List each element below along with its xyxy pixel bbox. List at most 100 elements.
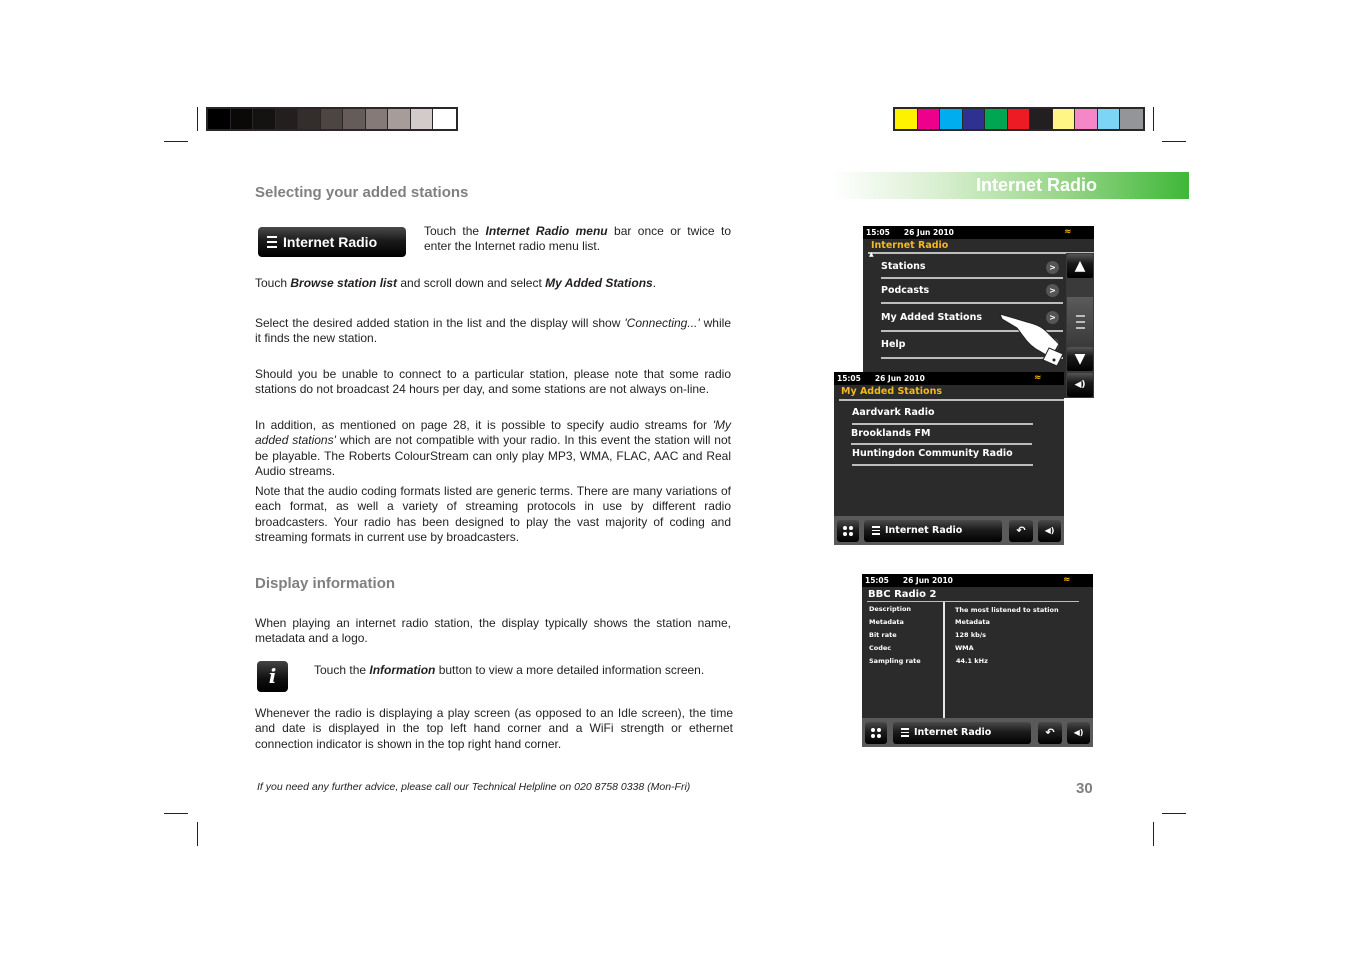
wifi-icon: ≈ [1034, 373, 1042, 383]
color-swatch [1120, 109, 1143, 129]
paragraph: Touch Browse station list and scroll dow… [255, 276, 657, 290]
color-swatch [298, 109, 321, 129]
information-icon: i [257, 661, 288, 692]
menu-item-help[interactable]: Help [881, 339, 905, 350]
color-swatch [410, 109, 433, 129]
color-swatch [433, 109, 456, 129]
divider [851, 443, 1032, 445]
volume-button[interactable]: ◀) [1067, 373, 1093, 397]
crop-mark [164, 813, 188, 814]
menu-icon [901, 728, 909, 737]
scroll-top-indicator: ▲ [869, 251, 874, 258]
color-swatch [320, 109, 343, 129]
crop-mark [1162, 141, 1186, 142]
date: 26 Jun 2010 [874, 374, 925, 383]
divider [881, 302, 1063, 304]
internet-radio-menu-button[interactable]: Internet Radio [893, 722, 1031, 744]
menu-item-my-added-stations[interactable]: My Added Stations [881, 312, 982, 323]
status-bar: 15:05 26 Jun 2010 ≈ [862, 574, 1093, 587]
color-swatch [940, 109, 963, 129]
back-button[interactable]: ↶ [1009, 520, 1033, 542]
column-divider [943, 602, 945, 719]
grid-icon [843, 525, 853, 536]
color-swatch [1097, 109, 1120, 129]
date: 26 Jun 2010 [902, 576, 953, 585]
paragraph: Whenever the radio is displaying a play … [255, 706, 733, 751]
divider [839, 399, 1064, 401]
color-swatch [1052, 109, 1075, 129]
screen-title: Internet Radio [871, 240, 949, 251]
crop-mark [1153, 822, 1154, 846]
time: 15:05 [837, 374, 861, 383]
paragraph: In addition, as mentioned on page 28, it… [255, 418, 731, 479]
color-swatch [230, 109, 253, 129]
color-swatch [388, 109, 411, 129]
station-name: BBC Radio 2 [868, 589, 937, 600]
color-swatch [253, 109, 276, 129]
divider [852, 464, 1033, 466]
scroll-up-button[interactable]: ▲ [1067, 254, 1093, 278]
color-swatch [962, 109, 985, 129]
info-value: Metadata [955, 618, 990, 626]
paragraph: Select the desired added station in the … [255, 316, 731, 346]
paragraph: Touch the Information button to view a m… [314, 663, 705, 677]
section-heading: Display information [255, 575, 396, 592]
volume-button[interactable]: ◀) [1067, 722, 1090, 744]
pointing-hand-icon [999, 313, 1064, 367]
color-swatch [343, 109, 366, 129]
wifi-icon: ≈ [1063, 575, 1071, 585]
page-number: 30 [1076, 780, 1093, 797]
color-swatch [985, 109, 1008, 129]
grip-icon [1076, 315, 1085, 329]
paragraph: Note that the audio coding formats liste… [255, 484, 731, 545]
menu-icon [872, 526, 880, 535]
crop-mark [1162, 813, 1186, 814]
color-swatch [275, 109, 298, 129]
crop-mark [197, 107, 198, 131]
station-item[interactable]: Huntingdon Community Radio [852, 448, 1013, 459]
status-bar: 15:05 26 Jun 2010 ≈ [834, 372, 1064, 385]
date: 26 Jun 2010 [903, 228, 954, 237]
color-calibration-bar [893, 107, 1145, 131]
station-item[interactable]: Brooklands FM [851, 428, 930, 439]
crop-mark [1153, 107, 1154, 131]
info-value: WMA [955, 644, 974, 652]
menu-item-podcasts[interactable]: Podcasts [881, 285, 929, 296]
scroll-down-button[interactable]: ▼ [1067, 347, 1093, 371]
back-button[interactable]: ↶ [1038, 722, 1062, 744]
menu-item-stations[interactable]: Stations [881, 261, 926, 272]
chevron-right-icon[interactable]: > [1046, 284, 1059, 297]
volume-button[interactable]: ◀) [1038, 520, 1061, 542]
wifi-icon: ≈ [1064, 227, 1072, 237]
scroll-thumb[interactable] [1067, 297, 1093, 347]
device-screen-added-stations: 15:05 26 Jun 2010 ≈ My Added Stations Aar… [834, 372, 1064, 545]
chevron-right-icon[interactable]: > [1046, 261, 1059, 274]
info-label: Codec [869, 644, 892, 652]
status-bar: 15:05 26 Jun 2010 ≈ [863, 226, 1094, 239]
color-swatch [208, 109, 231, 129]
menu-icon [267, 236, 277, 248]
home-button[interactable] [865, 722, 887, 744]
info-label: Description [869, 605, 912, 613]
section-banner: Internet Radio [832, 172, 1189, 199]
divider [852, 423, 1033, 425]
scrollbar[interactable]: ▲ ▼ ◀) [1066, 253, 1094, 398]
paragraph: Should you be unable to connect to a par… [255, 367, 731, 397]
crop-mark [164, 141, 188, 142]
button-label: Internet Radio [283, 234, 378, 250]
home-button[interactable] [837, 520, 859, 542]
station-item[interactable]: Aardvark Radio [852, 407, 934, 418]
grid-icon [871, 727, 881, 738]
crop-mark [197, 822, 198, 846]
section-heading: Selecting your added stations [255, 184, 469, 201]
time: 15:05 [866, 228, 890, 237]
info-value: 128 kb/s [955, 631, 987, 639]
screen-title: My Added Stations [841, 386, 942, 397]
info-label: Sampling rate [869, 657, 921, 665]
info-value: The most listened to station [955, 606, 1059, 614]
info-value: 44.1 kHz [956, 657, 988, 665]
info-label: Metadata [869, 618, 904, 626]
color-swatch [365, 109, 388, 129]
internet-radio-menu-button[interactable]: Internet Radio [864, 520, 1002, 542]
color-swatch [1030, 109, 1053, 129]
